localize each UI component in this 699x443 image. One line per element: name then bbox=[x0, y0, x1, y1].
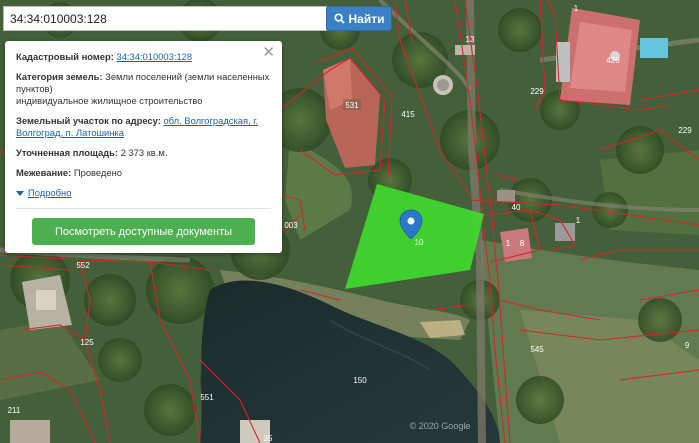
parcel-label: 229 bbox=[530, 87, 544, 96]
parcel-label: 003 bbox=[284, 221, 298, 230]
parcel-label: 229 bbox=[678, 126, 692, 135]
parcel-label: 150 bbox=[353, 376, 367, 385]
svg-text:8: 8 bbox=[520, 239, 525, 248]
parcel-label: 35 bbox=[264, 434, 273, 443]
parcel-label: 40 bbox=[512, 203, 521, 212]
area-value: 2 373 кв.м. bbox=[120, 147, 168, 158]
close-icon[interactable]: ✕ bbox=[262, 45, 275, 60]
parcel-label: 551 bbox=[200, 393, 214, 402]
parcel-info-popup: ✕ Кадастровый номер: 34:34:010003:128 Ка… bbox=[5, 41, 282, 253]
svg-text:426: 426 bbox=[606, 56, 620, 65]
details-toggle[interactable]: Подробно bbox=[16, 187, 271, 199]
svg-text:1: 1 bbox=[506, 239, 511, 248]
parcel-label: 1 bbox=[576, 216, 581, 225]
divider bbox=[16, 208, 271, 209]
svg-text:211: 211 bbox=[8, 406, 21, 415]
svg-text:415: 415 bbox=[401, 110, 415, 119]
caret-down-icon bbox=[16, 190, 24, 196]
address-label: Земельный участок по адресу: bbox=[16, 115, 161, 126]
svg-text:9: 9 bbox=[685, 341, 690, 350]
search-icon bbox=[333, 13, 345, 24]
parcel-label: 9 bbox=[685, 341, 690, 350]
view-documents-button[interactable]: Посмотреть доступные документы bbox=[32, 218, 255, 245]
svg-text:229: 229 bbox=[530, 87, 544, 96]
category-label: Категория земель: bbox=[16, 71, 103, 82]
map-copyright: © 2020 Google bbox=[410, 421, 471, 431]
parcel-label: 1 bbox=[574, 4, 579, 13]
survey-value: Проведено bbox=[73, 167, 122, 178]
parcel-label: 125 bbox=[80, 338, 94, 347]
survey-label: Межевание: bbox=[16, 167, 72, 178]
parcel-label: 1 bbox=[506, 239, 511, 248]
parcel-label: 8 bbox=[520, 239, 525, 248]
svg-text:551: 551 bbox=[200, 393, 214, 402]
category-use: индивидуальное жилищное строительство bbox=[16, 95, 203, 106]
address-row: Земельный участок по адресу: обл. Волгог… bbox=[16, 115, 271, 139]
svg-text:40: 40 bbox=[512, 203, 521, 212]
svg-text:10: 10 bbox=[415, 238, 424, 247]
cadastral-number-link[interactable]: 34:34:010003:128 bbox=[116, 51, 192, 62]
svg-text:35: 35 bbox=[264, 434, 273, 443]
area-row: Уточненная площадь: 2 373 кв.м. bbox=[16, 147, 271, 159]
parcel-label: 211 bbox=[8, 406, 21, 415]
marker-label: 10 bbox=[415, 238, 424, 247]
cadastral-label: Кадастровый номер: bbox=[16, 51, 114, 62]
svg-text:531: 531 bbox=[345, 101, 359, 110]
search-input[interactable] bbox=[3, 6, 327, 31]
svg-text:150: 150 bbox=[353, 376, 367, 385]
survey-row: Межевание: Проведено bbox=[16, 167, 271, 179]
parcel-label: 531 bbox=[343, 99, 361, 110]
parcel-label: 415 bbox=[401, 110, 415, 119]
svg-text:13: 13 bbox=[466, 35, 475, 44]
search-button-label: Найти bbox=[348, 11, 385, 26]
svg-text:229: 229 bbox=[678, 126, 692, 135]
svg-text:545: 545 bbox=[530, 345, 544, 354]
category-row: Категория земель: Земли поселений (земли… bbox=[16, 71, 271, 107]
parcel-label: 552 bbox=[76, 261, 90, 270]
svg-text:1: 1 bbox=[576, 216, 581, 225]
search-button[interactable]: Найти bbox=[326, 6, 392, 31]
svg-text:1: 1 bbox=[574, 4, 579, 13]
parcel-label: 545 bbox=[530, 345, 544, 354]
cadastral-row: Кадастровый номер: 34:34:010003:128 bbox=[16, 51, 271, 63]
svg-text:003: 003 bbox=[284, 221, 298, 230]
svg-text:552: 552 bbox=[76, 261, 90, 270]
area-label: Уточненная площадь: bbox=[16, 147, 119, 158]
details-link[interactable]: Подробно bbox=[28, 187, 71, 199]
parcel-label: 426 bbox=[606, 56, 620, 65]
svg-text:125: 125 bbox=[80, 338, 94, 347]
parcel-label: 13 bbox=[466, 35, 475, 44]
